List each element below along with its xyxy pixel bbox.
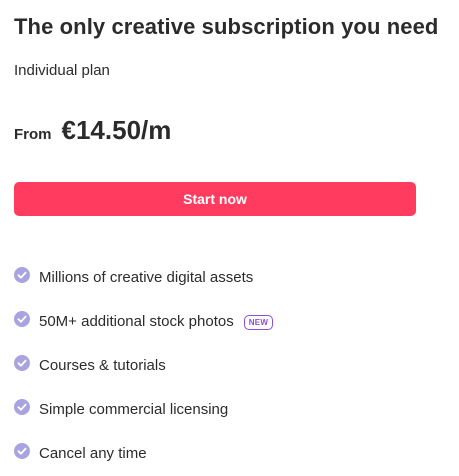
feature-list: Millions of creative digital assets 50M+… [14, 256, 274, 476]
price-value: €14.50/m [61, 115, 172, 145]
feature-label: 50M+ additional stock photos [39, 313, 234, 330]
feature-label: Millions of creative digital assets [39, 269, 254, 286]
feature-item: Courses & tutorials [14, 344, 273, 388]
check-circle-icon [14, 267, 30, 283]
check-circle-icon [14, 399, 30, 415]
check-circle-icon [14, 311, 30, 327]
price-prefix: From [14, 126, 52, 143]
plan-subtitle: Individual plan [14, 62, 110, 79]
start-now-button[interactable]: Start now [14, 182, 416, 216]
feature-item: 50M+ additional stock photos NEW [14, 300, 274, 344]
price-row: From €14.50/m [14, 115, 171, 146]
feature-label: Simple commercial licensing [39, 401, 229, 418]
feature-item: Cancel any time [14, 432, 273, 476]
feature-label: Courses & tutorials [39, 357, 166, 374]
feature-label: Cancel any time [39, 445, 147, 462]
check-circle-icon [14, 355, 30, 371]
feature-item: Millions of creative digital assets [14, 256, 273, 300]
feature-item: Simple commercial licensing [14, 388, 273, 432]
plan-title: The only creative subscription you need [14, 14, 439, 39]
check-circle-icon [14, 443, 30, 459]
new-badge: NEW [243, 314, 274, 330]
